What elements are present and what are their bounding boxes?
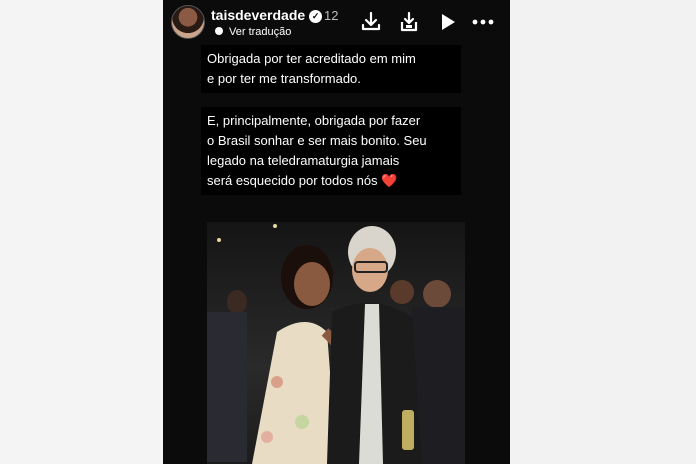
avatar[interactable]: [171, 5, 205, 39]
caption-line: será esquecido por todos nós ❤️: [207, 173, 398, 188]
verified-icon: ✓: [309, 10, 323, 23]
right-gutter: [510, 0, 696, 464]
caption-line: Obrigada por ter acreditado em mim: [207, 51, 416, 66]
download-icon: [361, 11, 381, 31]
story-header: taisdeverdade ✓ 12 Ver tradução: [163, 0, 510, 48]
caption-line: E, principalmente, obrigada por fazer: [207, 113, 421, 128]
translate-label[interactable]: Ver tradução: [229, 26, 291, 38]
story-caption: Obrigada por ter acreditado em mim e por…: [201, 45, 461, 195]
translate-link[interactable]: Ver tradução: [215, 26, 291, 38]
save-button[interactable]: [397, 10, 421, 34]
left-gutter: [0, 0, 163, 464]
caption-line: e por ter me transformado.: [207, 71, 361, 86]
more-icon: [472, 19, 494, 25]
caption-paragraph-2: E, principalmente, obrigada por fazer o …: [201, 107, 461, 195]
play-button[interactable]: [435, 10, 459, 34]
story-photo: [207, 222, 465, 464]
caption-line: legado na teledramaturgia jamais: [207, 153, 400, 168]
username-text[interactable]: taisdeverdade: [211, 7, 305, 23]
caption-paragraph-1: Obrigada por ter acreditado em mim e por…: [201, 45, 461, 93]
caption-line: o Brasil sonhar e ser mais bonito. Seu: [207, 133, 427, 148]
play-icon: [442, 14, 455, 30]
post-time: 12: [324, 8, 339, 23]
photo-illustration: [207, 224, 465, 464]
username[interactable]: taisdeverdade ✓: [211, 7, 323, 23]
story-viewer[interactable]: taisdeverdade ✓ 12 Ver tradução Obrigada…: [163, 0, 510, 464]
more-options-button[interactable]: [471, 10, 495, 34]
download-button[interactable]: [359, 10, 383, 34]
save-icon: [400, 11, 418, 32]
translate-dot-icon: [215, 27, 223, 35]
